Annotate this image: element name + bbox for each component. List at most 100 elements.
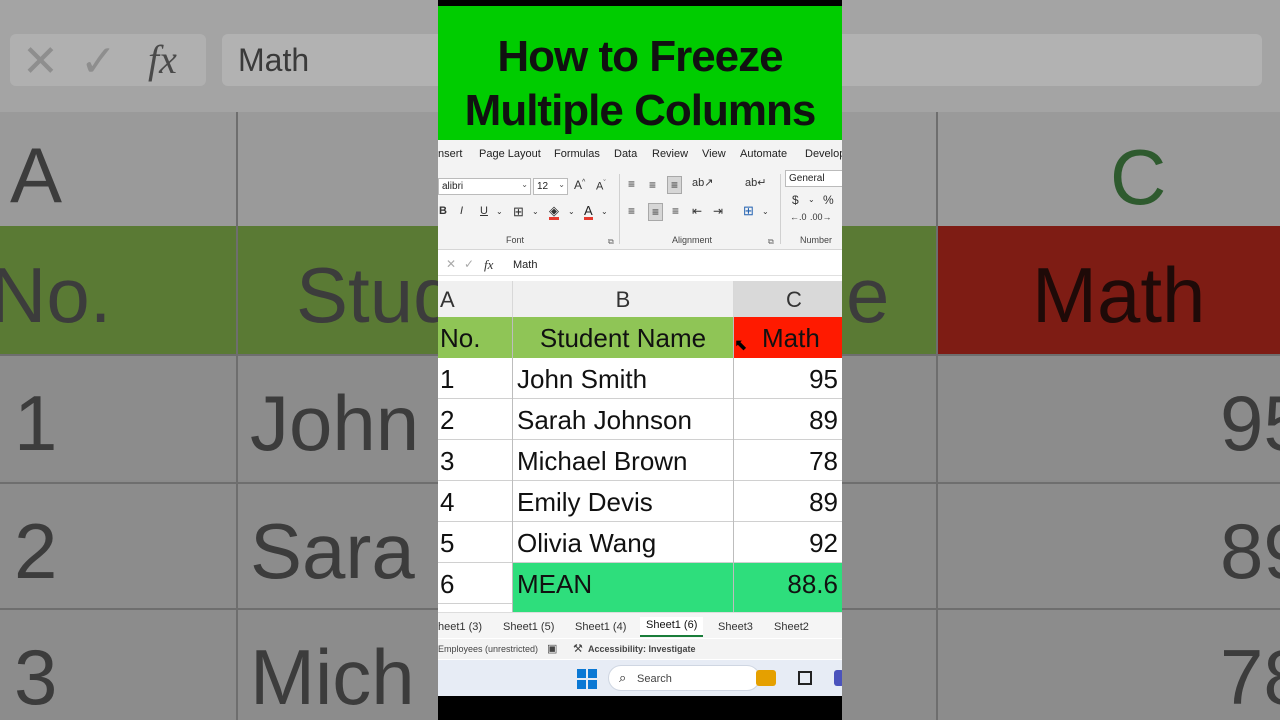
chevron-down-icon: ⌄ [521,180,528,189]
increase-font-icon[interactable]: A^ [574,179,585,191]
cell-no[interactable]: 5 [438,522,513,563]
windows-start-icon[interactable] [577,669,597,689]
cell-no[interactable]: 1 [438,358,513,399]
cell-math[interactable]: 92 [734,522,842,563]
wrap-text-icon[interactable]: ab↵ [745,178,766,189]
cell-mean-value[interactable]: 88.6 [734,563,842,604]
tab-developer[interactable]: Develop [805,148,842,160]
cell-math[interactable]: 78 [734,440,842,481]
cell-math[interactable]: 95 [734,358,842,399]
cell-name[interactable]: Michael Brown [513,440,734,481]
bold-icon[interactable]: B [439,206,447,217]
merge-center-icon[interactable]: ⊞ [743,204,754,217]
fill-color-icon[interactable]: ◈ [549,204,559,220]
fx-icon[interactable]: fx [484,257,493,273]
align-left-icon[interactable]: ≡ [628,205,635,217]
align-right-icon[interactable]: ≡ [672,205,679,217]
borders-icon[interactable]: ⊞ [513,205,524,218]
sheet-tabs: heet1 (3) Sheet1 (5) Sheet1 (4) Sheet1 (… [438,612,842,638]
decrease-decimal-icon[interactable]: .00→ [810,213,832,222]
chevron-down-icon[interactable]: ⌄ [496,208,503,216]
header-cell-no[interactable]: No. [438,317,513,358]
sheet-tab[interactable]: Sheet2 [774,621,809,633]
bg-gridline [236,112,238,720]
tab-data[interactable]: Data [614,148,637,160]
sheet-tab-active[interactable]: Sheet1 (6) [640,617,704,637]
cell-name[interactable]: Olivia Wang [513,522,734,563]
enter-icon[interactable]: ✓ [464,257,474,271]
cell-no[interactable]: 3 [438,440,513,481]
header-cell-name[interactable]: Student Name [513,317,734,358]
bg-hdr-math: Math [1032,251,1206,339]
sheet-tab[interactable]: Sheet1 (5) [503,621,554,633]
accessibility-icon: ⚒ [573,643,583,655]
chevron-down-icon[interactable]: ⌄ [601,208,608,216]
column-header-a[interactable]: A [438,281,513,317]
title-banner: How to Freeze Multiple Columns [438,0,842,140]
header-cell-math[interactable]: Math [734,317,842,358]
tab-formulas[interactable]: Formulas [554,148,600,160]
cell-mean-label[interactable]: MEAN [513,563,734,604]
cell-math[interactable]: 89 [734,399,842,440]
teams-icon[interactable] [834,670,842,686]
dialog-launcher-icon[interactable]: ⧉ [608,237,614,247]
tab-insert[interactable]: nsert [438,148,462,160]
italic-icon[interactable]: I [460,206,463,217]
font-name-dropdown[interactable]: alibri ⌄ [438,178,531,195]
tab-page-layout[interactable]: Page Layout [479,148,541,160]
taskbar-search[interactable]: ⌕ Search [608,665,760,691]
percent-icon[interactable]: % [823,194,834,206]
chevron-down-icon[interactable]: ⌄ [808,196,815,204]
sheet-tab[interactable]: Sheet3 [718,621,753,633]
task-view-icon[interactable] [798,671,812,685]
column-header-c[interactable]: C [734,281,842,317]
tab-automate[interactable]: Automate [740,148,787,160]
search-placeholder: Search [637,673,672,685]
font-size-dropdown[interactable]: 12 ⌄ [533,178,568,195]
align-middle-icon[interactable]: ≡ [649,179,656,191]
bg-row1-num: 1 [14,379,58,467]
sheet-tab[interactable]: Sheet1 (4) [575,621,626,633]
font-color-icon[interactable]: A [584,204,593,220]
sheet-tab[interactable]: heet1 (3) [438,621,482,633]
orientation-icon[interactable]: ab↗ [692,178,713,189]
bg-row2-val: 89 [1220,507,1280,595]
formula-input[interactable]: Math [513,259,537,271]
search-icon: ⌕ [619,670,627,685]
workbook-stats-icon[interactable]: ▣ [547,642,557,655]
chevron-down-icon[interactable]: ⌄ [762,208,769,216]
title-line-1: How to Freeze [497,32,783,81]
cell-partial [513,604,734,612]
cell-no[interactable]: 2 [438,399,513,440]
cell-name[interactable]: Sarah Johnson [513,399,734,440]
briefcase-icon[interactable] [756,670,776,686]
formula-bar: ✕ ✓ fx Math [438,254,842,276]
decrease-font-icon[interactable]: Aˇ [596,180,606,193]
sensitivity-label[interactable]: Employees (unrestricted) [438,644,538,654]
number-format-dropdown[interactable]: General [785,170,842,187]
chevron-down-icon[interactable]: ⌄ [532,208,539,216]
column-headers: A B C [438,281,842,317]
align-center-icon[interactable]: ≡ [648,203,664,221]
accessibility-status[interactable]: Accessibility: Investigate [588,644,696,654]
align-top-icon[interactable]: ≡ [628,178,635,190]
align-bottom-icon[interactable]: ≡ [667,176,683,194]
currency-icon[interactable]: $ [792,194,799,206]
cell-math[interactable]: 89 [734,481,842,522]
tab-view[interactable]: View [702,148,726,160]
cell-no[interactable]: 6 [438,563,513,604]
cell-no[interactable]: 4 [438,481,513,522]
cell-name[interactable]: Emily Devis [513,481,734,522]
underline-icon[interactable]: U [480,206,488,217]
table-partial-row [438,604,842,612]
tab-review[interactable]: Review [652,148,688,160]
increase-indent-icon[interactable]: ⇥ [713,205,723,217]
ribbon-separator [619,174,620,244]
dialog-launcher-icon[interactable]: ⧉ [768,237,774,247]
cell-name[interactable]: John Smith [513,358,734,399]
decrease-indent-icon[interactable]: ⇤ [692,205,702,217]
cancel-icon[interactable]: ✕ [446,257,456,271]
chevron-down-icon[interactable]: ⌄ [568,208,575,216]
column-header-b[interactable]: B [513,281,734,317]
increase-decimal-icon[interactable]: ←.0 [790,213,807,222]
